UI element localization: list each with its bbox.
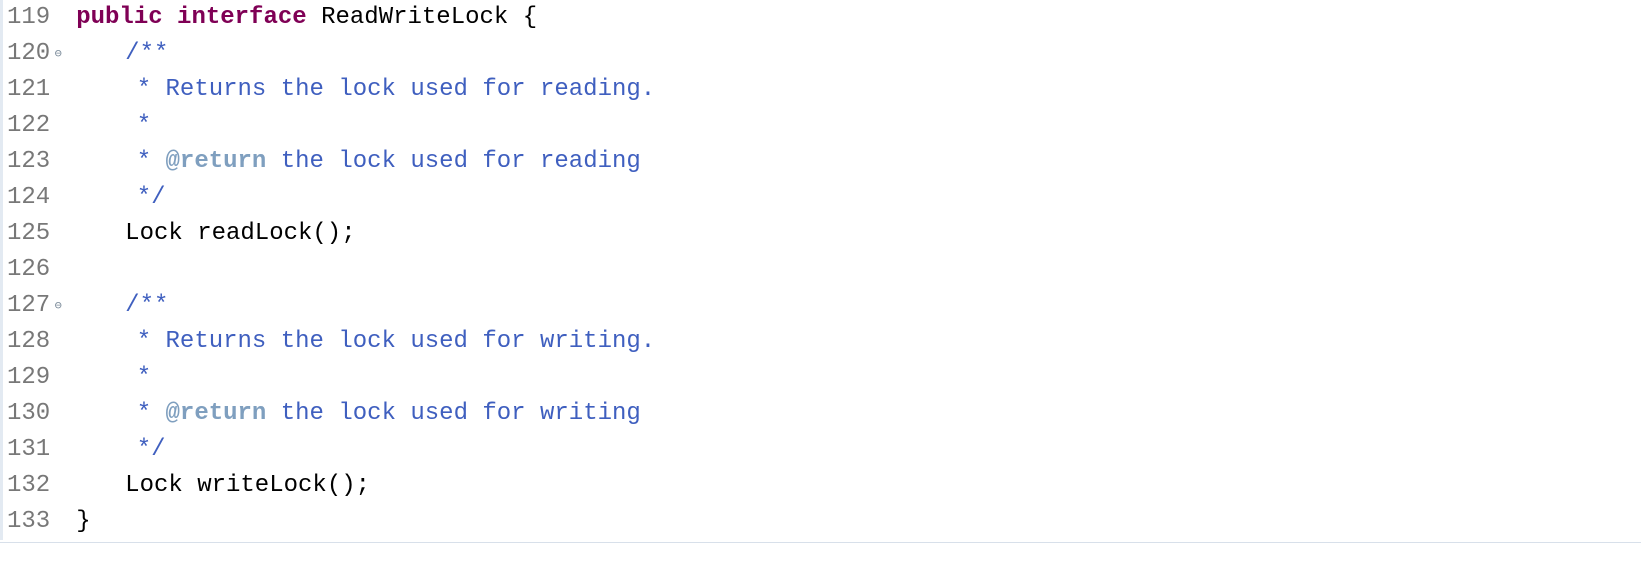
fold-toggle-icon[interactable]: ⊖ (52, 48, 64, 60)
code-line[interactable] (76, 252, 1641, 288)
code-editor: 119120⊖121122123124125126127⊖12812913013… (0, 0, 1641, 543)
line-number-text: 120 (7, 36, 50, 72)
code-token: * (137, 144, 166, 180)
code-token: @return (166, 396, 267, 432)
line-number: 127⊖ (3, 288, 64, 324)
code-token: @return (166, 144, 267, 180)
code-token: { (523, 0, 537, 36)
line-number-text: 123 (7, 144, 50, 180)
code-line[interactable]: /** (76, 36, 1641, 72)
code-token: Lock (125, 468, 183, 504)
code-token: * (137, 396, 166, 432)
code-token: * Returns the lock used for reading. (137, 72, 655, 108)
code-token: writeLock (197, 468, 327, 504)
line-number: 124 (3, 180, 64, 216)
line-number-text: 121 (7, 72, 50, 108)
code-token (508, 0, 522, 36)
code-line[interactable]: public interface ReadWriteLock { (76, 0, 1641, 36)
code-token (183, 216, 197, 252)
line-number-text: 133 (7, 504, 50, 540)
line-number-gutter: 119120⊖121122123124125126127⊖12812913013… (0, 0, 66, 540)
code-token: * Returns the lock used for writing. (137, 324, 655, 360)
code-token: */ (137, 180, 166, 216)
code-line[interactable]: Lock readLock(); (76, 216, 1641, 252)
line-number: 129 (3, 360, 64, 396)
fold-toggle-icon[interactable]: ⊖ (52, 300, 64, 312)
code-token: /** (125, 288, 168, 324)
line-number: 123 (3, 144, 64, 180)
line-number: 132 (3, 468, 64, 504)
code-line[interactable]: * (76, 108, 1641, 144)
code-token: } (76, 504, 90, 540)
code-token: (); (327, 468, 370, 504)
code-area[interactable]: public interface ReadWriteLock {/*** Ret… (66, 0, 1641, 540)
code-token: the lock used for writing (266, 396, 640, 432)
line-number: 128 (3, 324, 64, 360)
code-line[interactable]: * (76, 360, 1641, 396)
line-number-text: 122 (7, 108, 50, 144)
code-token: * (137, 108, 151, 144)
line-number: 133 (3, 504, 64, 540)
line-number: 121 (3, 72, 64, 108)
line-number-text: 127 (7, 288, 50, 324)
line-number: 119 (3, 0, 64, 36)
line-number: 120⊖ (3, 36, 64, 72)
line-number: 131 (3, 432, 64, 468)
line-number: 122 (3, 108, 64, 144)
line-number-text: 130 (7, 396, 50, 432)
line-number-text: 125 (7, 216, 50, 252)
line-number-text: 126 (7, 252, 50, 288)
code-token (307, 0, 321, 36)
code-line[interactable]: Lock writeLock(); (76, 468, 1641, 504)
code-line[interactable]: * @return the lock used for writing (76, 396, 1641, 432)
code-token: the lock used for reading (266, 144, 640, 180)
code-line[interactable]: */ (76, 432, 1641, 468)
code-line[interactable]: * Returns the lock used for writing. (76, 324, 1641, 360)
code-token: readLock (197, 216, 312, 252)
code-token: (); (312, 216, 355, 252)
line-number-text: 131 (7, 432, 50, 468)
code-token: Lock (125, 216, 183, 252)
line-number: 130 (3, 396, 64, 432)
code-token (163, 0, 177, 36)
line-number: 125 (3, 216, 64, 252)
line-number: 126 (3, 252, 64, 288)
line-number-text: 124 (7, 180, 50, 216)
line-number-text: 132 (7, 468, 50, 504)
code-line[interactable]: /** (76, 288, 1641, 324)
line-number-text: 119 (7, 0, 50, 36)
code-token (183, 468, 197, 504)
code-line[interactable]: * Returns the lock used for reading. (76, 72, 1641, 108)
code-token: * (137, 360, 151, 396)
code-token: ReadWriteLock (321, 0, 508, 36)
line-number-text: 128 (7, 324, 50, 360)
code-line[interactable]: * @return the lock used for reading (76, 144, 1641, 180)
code-token: interface (177, 0, 307, 36)
line-number-text: 129 (7, 360, 50, 396)
code-token: */ (137, 432, 166, 468)
code-token: public (76, 0, 162, 36)
code-token: /** (125, 36, 168, 72)
code-line[interactable]: */ (76, 180, 1641, 216)
code-line[interactable]: } (76, 504, 1641, 540)
